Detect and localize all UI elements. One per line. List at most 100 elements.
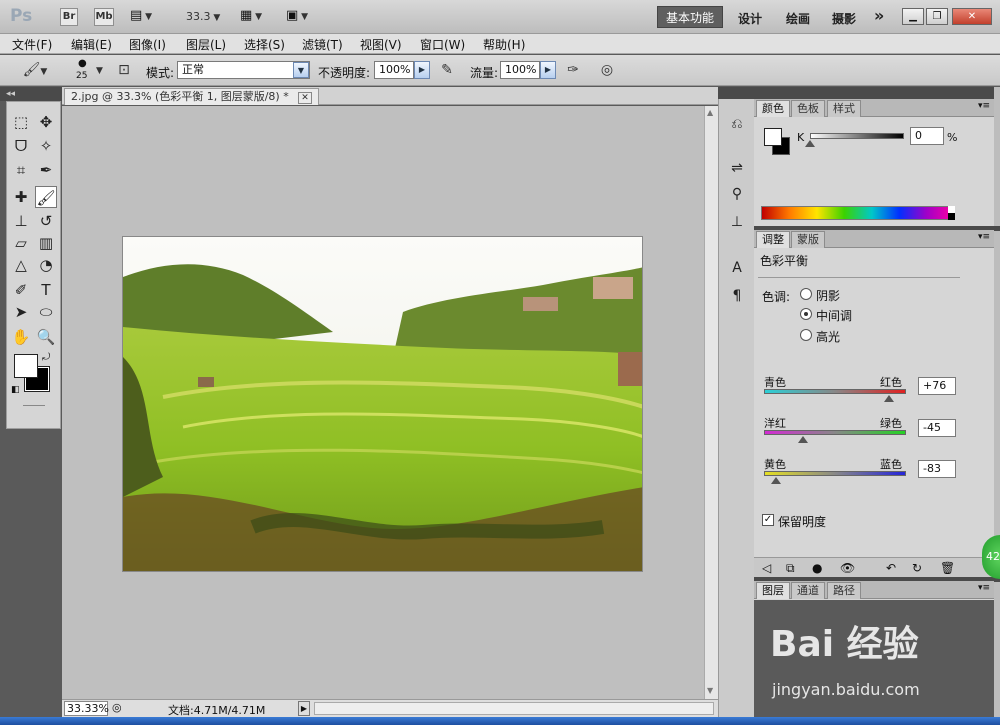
tab-adjustments[interactable]: 调整 — [756, 231, 790, 248]
clone-source-panel-icon[interactable]: ⊥ — [726, 211, 748, 233]
spectrum-white-swatch[interactable] — [948, 206, 955, 213]
workspace-photography-button[interactable]: 摄影 — [832, 10, 856, 27]
tab-masks[interactable]: 蒙版 — [791, 231, 825, 248]
toolbox-collapse-bar[interactable]: ◂◂ — [0, 87, 62, 101]
clip-layer-icon[interactable]: ● — [812, 561, 822, 575]
cyan-red-slider-track[interactable] — [764, 389, 906, 394]
status-menu-button[interactable]: ▶ — [298, 701, 310, 716]
close-button[interactable]: ✕ — [952, 8, 992, 25]
tab-styles[interactable]: 样式 — [827, 100, 861, 117]
history-brush-tool-icon[interactable]: ↺ — [35, 210, 57, 232]
hand-tool-icon[interactable]: ✋ — [10, 326, 32, 348]
menu-filter[interactable]: 滤镜(T) — [302, 36, 343, 53]
workspace-design-button[interactable]: 设计 — [738, 10, 762, 27]
trash-icon[interactable]: 🗑 — [940, 561, 955, 575]
status-info-icon[interactable]: ◎ — [112, 701, 122, 714]
k-slider-track[interactable] — [810, 133, 904, 139]
preserve-luminosity-checkbox[interactable]: ✓ — [762, 514, 774, 526]
dodge-tool-icon[interactable]: ◔ — [35, 254, 57, 276]
healing-brush-tool-icon[interactable]: ✚ — [10, 186, 32, 208]
blur-tool-icon[interactable]: △ — [10, 254, 32, 276]
yellow-blue-slider-thumb[interactable] — [771, 477, 782, 484]
restore-button[interactable]: ❐ — [926, 8, 948, 25]
zoom-tool-icon[interactable]: 🔍 — [35, 326, 57, 348]
crop-tool-icon[interactable]: ⌗ — [10, 159, 32, 181]
visibility-eye-icon[interactable]: 👁 — [840, 561, 855, 575]
screen-mode-dropdown[interactable]: ▣ ▼ — [286, 8, 320, 26]
lasso-tool-icon[interactable]: ᗜ — [10, 135, 32, 157]
tab-color[interactable]: 颜色 — [756, 100, 790, 117]
magenta-green-slider-thumb[interactable] — [798, 436, 809, 443]
marquee-tool-icon[interactable]: ⬚ — [10, 111, 32, 133]
scroll-up-icon[interactable]: ▲ — [707, 108, 713, 117]
menu-file[interactable]: 文件(F) — [12, 36, 52, 53]
color-spectrum-ramp[interactable] — [761, 206, 955, 220]
opacity-input[interactable]: 100% — [374, 61, 414, 79]
close-tab-icon[interactable]: ✕ — [298, 92, 312, 104]
yellow-blue-value-input[interactable]: -83 — [918, 460, 956, 478]
default-colors-icon[interactable]: ◧ — [11, 385, 20, 395]
flow-input[interactable]: 100% — [500, 61, 540, 79]
tool-preset-picker[interactable]: 🖌▼ — [18, 60, 52, 80]
cyan-red-value-input[interactable]: +76 — [918, 377, 956, 395]
zoom-level-dropdown[interactable]: 33.3 ▼ — [186, 10, 220, 23]
document-tab[interactable]: 2.jpg @ 33.3% (色彩平衡 1, 图层蒙版/8) * ✕ — [64, 88, 319, 105]
view-extras-dropdown[interactable]: ▤ ▼ — [130, 8, 160, 26]
arrange-documents-dropdown[interactable]: ▦ ▼ — [240, 8, 274, 26]
move-tool-icon[interactable]: ✥ — [35, 111, 57, 133]
path-selection-tool-icon[interactable]: ➤ — [10, 301, 32, 323]
status-zoom-input[interactable]: 33.33% — [64, 701, 109, 716]
quick-selection-tool-icon[interactable]: ✧ — [35, 135, 57, 157]
tablet-size-button[interactable]: ◎ — [596, 60, 618, 80]
history-panel-icon[interactable]: ⎌ — [726, 113, 748, 135]
gradient-tool-icon[interactable]: ▥ — [35, 232, 57, 254]
tab-layers[interactable]: 图层 — [756, 582, 790, 599]
radio-midtones[interactable] — [800, 308, 812, 320]
type-tool-icon[interactable]: T — [35, 279, 57, 301]
magenta-green-slider-track[interactable] — [764, 430, 906, 435]
character-panel-icon[interactable]: A — [726, 257, 748, 279]
reset-icon[interactable]: ↻ — [912, 561, 922, 575]
panel-menu-icon[interactable]: ▾≡ — [978, 583, 990, 593]
opacity-slider-button[interactable]: ▶ — [414, 61, 430, 79]
ellipse-tool-icon[interactable]: ⬭ — [35, 301, 57, 323]
expanded-view-icon[interactable]: ⧉ — [786, 561, 795, 576]
panels-collapse-bar[interactable] — [754, 87, 1000, 99]
foreground-color-swatch[interactable] — [14, 354, 38, 378]
menu-select[interactable]: 选择(S) — [244, 36, 285, 53]
back-arrow-icon[interactable]: ◁ — [762, 561, 771, 575]
blend-mode-select[interactable]: 正常 ▼ — [177, 61, 310, 79]
horizontal-scrollbar[interactable] — [314, 702, 714, 715]
spectrum-black-swatch[interactable] — [948, 213, 955, 220]
brush-panel-icon[interactable]: ⚲ — [726, 183, 748, 205]
minimize-button[interactable]: ▁ — [902, 8, 924, 25]
dock-collapse-bar[interactable] — [718, 87, 754, 99]
mini-bridge-button[interactable]: Mb — [94, 8, 114, 26]
swap-colors-icon[interactable]: ⤾ — [42, 352, 50, 363]
menu-image[interactable]: 图像(I) — [129, 36, 166, 53]
radio-shadows[interactable] — [800, 288, 812, 300]
vertical-scrollbar[interactable]: ▲ ▼ — [704, 106, 718, 699]
menu-help[interactable]: 帮助(H) — [483, 36, 525, 53]
menu-window[interactable]: 窗口(W) — [420, 36, 465, 53]
tab-paths[interactable]: 路径 — [827, 582, 861, 599]
tablet-opacity-button[interactable]: ✎ — [436, 60, 458, 80]
paragraph-panel-icon[interactable]: ¶ — [726, 285, 748, 307]
yellow-blue-slider-track[interactable] — [764, 471, 906, 476]
more-workspaces-button[interactable]: » — [874, 6, 884, 25]
tab-swatches[interactable]: 色板 — [791, 100, 825, 117]
previous-state-icon[interactable]: ↶ — [886, 561, 896, 575]
k-slider-thumb[interactable] — [805, 140, 815, 147]
menu-view[interactable]: 视图(V) — [360, 36, 402, 53]
workspace-essentials-button[interactable]: 基本功能 — [657, 6, 723, 28]
pen-tool-icon[interactable]: ✐ — [10, 279, 32, 301]
eraser-tool-icon[interactable]: ▱ — [10, 232, 32, 254]
panel-scrollbar[interactable] — [994, 87, 1000, 717]
tab-channels[interactable]: 通道 — [791, 582, 825, 599]
airbrush-button[interactable]: ✑ — [562, 60, 584, 80]
brush-tool-icon[interactable]: 🖌 — [35, 186, 57, 208]
panel-menu-icon[interactable]: ▾≡ — [978, 101, 990, 111]
menu-layer[interactable]: 图层(L) — [186, 36, 226, 53]
panel-menu-icon[interactable]: ▾≡ — [978, 232, 990, 242]
brush-panel-toggle[interactable]: ⊡ — [113, 60, 135, 80]
